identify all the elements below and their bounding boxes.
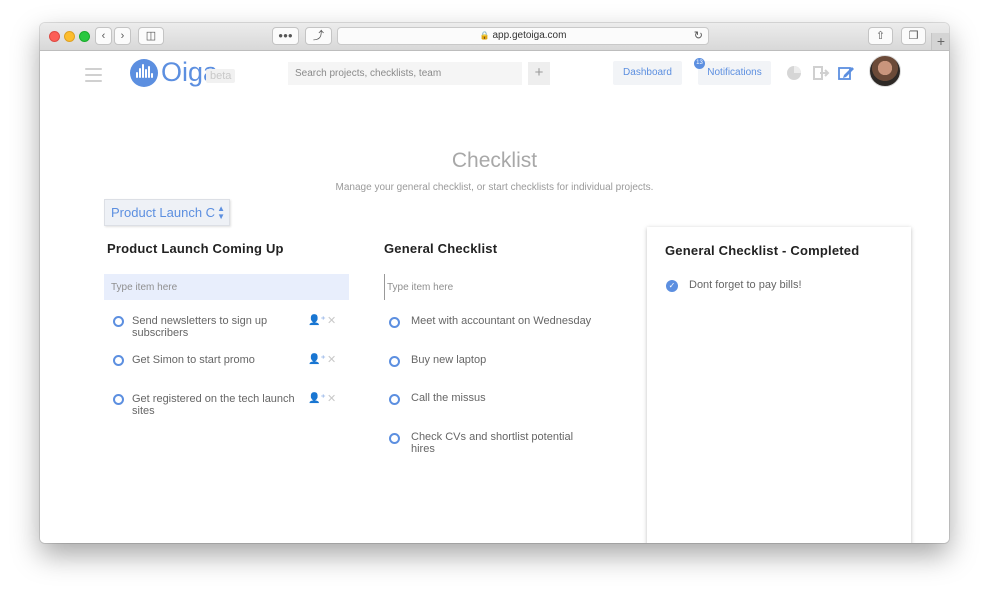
checkbox-circle-icon[interactable]	[113, 355, 124, 366]
completed-panel-title: General Checklist - Completed	[665, 243, 860, 258]
tabs-overview-icon[interactable]: ❐	[901, 27, 926, 45]
remove-icon[interactable]: ✕	[327, 392, 336, 405]
page-title: Checklist	[451, 149, 538, 172]
checkbox-circle-icon[interactable]	[389, 394, 400, 405]
checkbox-circle-icon[interactable]	[389, 356, 400, 367]
maximize-window-button[interactable]	[79, 31, 90, 42]
general-checklist-title: General Checklist	[384, 241, 498, 256]
task-label[interactable]: Meet with accountant on Wednesday	[411, 315, 591, 327]
add-button[interactable]: +	[528, 62, 550, 85]
checkbox-circle-icon[interactable]	[113, 316, 124, 327]
address-bar[interactable]: 🔒 app.getoiga.com ↻	[337, 27, 709, 45]
oiga-logo-icon	[130, 59, 158, 87]
assign-user-icon[interactable]: 👤⁺	[308, 315, 326, 326]
task-label[interactable]: Buy new laptop	[411, 354, 486, 366]
forward-icon[interactable]: ›	[114, 27, 131, 45]
project-item-input[interactable]	[104, 274, 349, 300]
assign-user-icon[interactable]: 👤⁺	[308, 393, 326, 404]
task-label[interactable]: Get Simon to start promo	[132, 354, 255, 366]
task-label[interactable]: Send newsletters to sign up subscribers	[132, 315, 267, 339]
remove-icon[interactable]: ✕	[327, 314, 336, 327]
lock-icon: 🔒	[479, 31, 490, 40]
notifications-button[interactable]: Notifications	[698, 61, 771, 85]
checkbox-circle-icon[interactable]	[389, 433, 400, 444]
checkbox-circle-icon[interactable]	[389, 317, 400, 328]
minimize-window-button[interactable]	[64, 31, 75, 42]
select-arrows-icon: ▲ ▼	[217, 204, 225, 221]
edit-icon[interactable]	[836, 63, 856, 83]
notifications-count-badge: 13	[694, 58, 705, 69]
project-checklist-title: Product Launch Coming Up	[107, 241, 284, 256]
new-tab-icon[interactable]: +	[931, 33, 949, 50]
checkbox-circle-icon[interactable]	[113, 394, 124, 405]
sidebar-toggle-icon[interactable]: ◫	[138, 27, 164, 45]
avatar[interactable]	[869, 55, 901, 87]
project-select[interactable]: Product Launch C ▲ ▼	[104, 199, 230, 226]
project-select-value: Product Launch C	[111, 205, 216, 220]
reload-icon[interactable]: ↻	[694, 28, 703, 44]
browser-window: ‹ › ◫ ●●● ⤴ 🔒 app.getoiga.com ↻ ⇧ ❐ + Oig…	[40, 23, 949, 543]
browser-titlebar: ‹ › ◫ ●●● ⤴ 🔒 app.getoiga.com ↻ ⇧ ❐	[40, 23, 949, 51]
tools-icon[interactable]: ⤴	[305, 27, 332, 45]
completed-task-label[interactable]: Dont forget to pay bills!	[689, 279, 802, 291]
general-item-input[interactable]	[384, 274, 609, 300]
search-input[interactable]	[288, 62, 522, 85]
back-icon[interactable]: ‹	[95, 27, 112, 45]
logout-icon[interactable]	[811, 63, 831, 83]
dashboard-button[interactable]: Dashboard	[613, 61, 682, 85]
task-label[interactable]: Call the missus	[411, 392, 486, 404]
menu-icon[interactable]	[85, 68, 102, 86]
beta-badge: beta	[206, 69, 236, 83]
page-subtitle: Manage your general checklist, or start …	[335, 182, 654, 193]
completed-panel: General Checklist - Completed ✓ Dont for…	[647, 227, 911, 543]
assign-user-icon[interactable]: 👤⁺	[308, 354, 326, 365]
extensions-icon[interactable]: ●●●	[272, 27, 299, 45]
address-bar-url: app.getoiga.com	[492, 30, 567, 41]
task-label[interactable]: Check CVs and shortlist potential hires	[411, 431, 573, 455]
pie-chart-icon[interactable]	[784, 63, 804, 83]
checked-circle-icon[interactable]: ✓	[666, 280, 678, 292]
close-window-button[interactable]	[49, 31, 60, 42]
remove-icon[interactable]: ✕	[327, 353, 336, 366]
share-icon[interactable]: ⇧	[868, 27, 893, 45]
app-content: Oiga beta + Dashboard Notifications 13 C…	[40, 51, 949, 543]
task-label[interactable]: Get registered on the tech launch sites	[132, 393, 295, 417]
